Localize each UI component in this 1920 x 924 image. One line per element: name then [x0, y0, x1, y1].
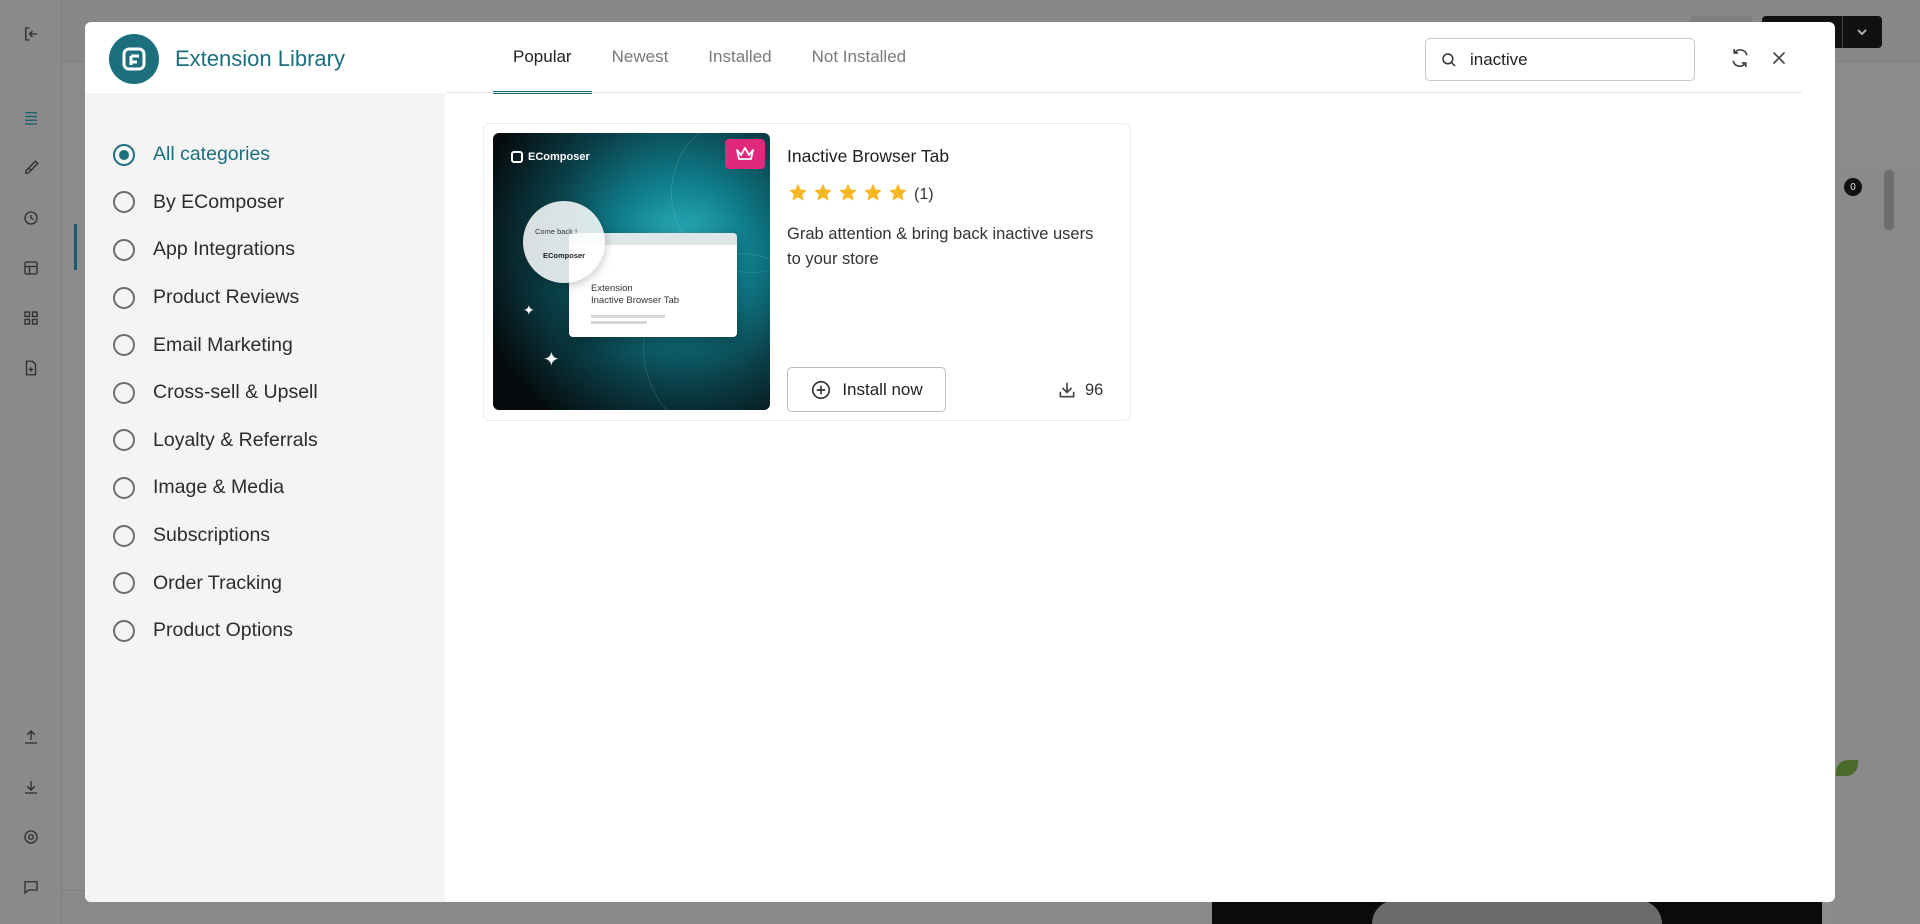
radio-icon [113, 238, 135, 261]
install-label: Install now [842, 379, 923, 399]
sparkle-icon: ✦ [523, 302, 535, 318]
thumbnail-text-1: Extension [591, 283, 633, 294]
rating-count: (1) [914, 186, 934, 203]
cart-count-badge: 0 [1844, 178, 1862, 196]
modal-title: Extension Library [175, 46, 345, 71]
editor-canvas-edge [1836, 170, 1920, 924]
layers-icon[interactable] [19, 106, 43, 130]
category-image-media[interactable]: Image & Media [113, 464, 318, 512]
radio-icon [113, 524, 135, 547]
category-subscriptions[interactable]: Subscriptions [113, 512, 318, 560]
tab-popular[interactable]: Popular [493, 22, 592, 94]
settings-icon[interactable] [19, 825, 43, 849]
category-label: Cross-sell & Upsell [153, 381, 318, 404]
canvas-bottom-image [1212, 900, 1822, 924]
tab-newest[interactable]: Newest [592, 22, 689, 92]
star-icon [862, 182, 884, 208]
tab-not-installed[interactable]: Not Installed [792, 22, 927, 92]
canvas-scrollbar[interactable] [1884, 170, 1894, 230]
extension-description: Grab attention & bring back inactive use… [787, 225, 1094, 268]
chevron-down-icon [1856, 25, 1868, 37]
exit-icon[interactable] [19, 22, 43, 46]
star-icon [787, 182, 809, 208]
star-icon [887, 182, 909, 208]
category-list: All categories By EComposer App Integrat… [113, 131, 318, 655]
radio-icon [113, 334, 135, 357]
brush-icon[interactable] [19, 156, 43, 180]
download-count: 96 [1085, 380, 1104, 399]
upload-icon[interactable] [19, 725, 43, 749]
ecomposer-logo [109, 34, 159, 84]
download-icon [1059, 382, 1075, 398]
header-divider [446, 92, 1802, 93]
modal-header: Extension Library Popular Newest Install… [85, 22, 1835, 94]
sparkle-icon: ✦ [543, 349, 560, 371]
radio-icon [113, 286, 135, 309]
category-product-reviews[interactable]: Product Reviews [113, 274, 318, 322]
premium-badge [725, 139, 765, 169]
template-icon[interactable] [19, 256, 43, 280]
radio-icon [113, 619, 135, 642]
close-icon[interactable] [1767, 46, 1791, 70]
category-all[interactable]: All categories [113, 131, 318, 179]
download-stats: 96 [1057, 380, 1103, 400]
extension-thumbnail: EComposer Extension Inactive Browser Tab … [493, 133, 770, 410]
crown-icon [736, 147, 754, 160]
radio-icon [113, 429, 135, 452]
plus-circle-icon [812, 380, 831, 399]
category-product-options[interactable]: Product Options [113, 607, 318, 655]
category-label: App Integrations [153, 238, 296, 261]
star-icon [837, 182, 859, 208]
tab-installed[interactable]: Installed [688, 22, 791, 92]
filter-tabs: Popular Newest Installed Not Installed [493, 22, 927, 94]
search-input[interactable] [1470, 49, 1690, 70]
search-icon [1442, 52, 1456, 67]
category-label: Product Reviews [153, 286, 300, 309]
radio-selected-icon [113, 143, 135, 166]
category-label: Order Tracking [153, 571, 282, 594]
category-label: Image & Media [153, 476, 285, 499]
panel-active-indicator [74, 224, 77, 270]
category-cross-sell-upsell[interactable]: Cross-sell & Upsell [113, 369, 318, 417]
history-icon[interactable] [19, 206, 43, 230]
radio-icon [113, 476, 135, 499]
category-order-tracking[interactable]: Order Tracking [113, 559, 318, 607]
radio-icon [113, 191, 135, 214]
extension-library-modal: Extension Library Popular Newest Install… [85, 22, 1835, 902]
star-icon [812, 182, 834, 208]
category-label: Product Options [153, 619, 293, 642]
category-label: All categories [153, 143, 271, 166]
extension-title[interactable]: Inactive Browser Tab [787, 146, 949, 167]
category-email-marketing[interactable]: Email Marketing [113, 321, 318, 369]
thumbnail-zoom-bubble: Come back ! EComposer [523, 201, 605, 283]
page-add-icon[interactable] [19, 356, 43, 380]
thumbnail-text-2: Inactive Browser Tab [591, 295, 680, 306]
category-label: Email Marketing [153, 333, 293, 356]
radio-icon [113, 381, 135, 404]
apps-icon[interactable] [19, 306, 43, 330]
editor-sidebar [0, 0, 62, 924]
category-by-ecomposer[interactable]: By EComposer [113, 179, 318, 227]
thumbnail-bubble-text: Come back ! [535, 227, 578, 236]
category-label: Subscriptions [153, 524, 271, 547]
refresh-icon[interactable] [1728, 46, 1752, 70]
category-loyalty-referrals[interactable]: Loyalty & Referrals [113, 417, 318, 465]
category-app-integrations[interactable]: App Integrations [113, 226, 318, 274]
category-label: Loyalty & Referrals [153, 428, 318, 451]
chat-icon[interactable] [19, 875, 43, 899]
thumbnail-brand: EComposer [511, 151, 590, 163]
category-label: By EComposer [153, 190, 285, 213]
search-box [1425, 38, 1695, 81]
category-sidebar: All categories By EComposer App Integrat… [85, 93, 445, 902]
radio-icon [113, 572, 135, 595]
extension-card[interactable]: EComposer Extension Inactive Browser Tab … [484, 124, 1130, 420]
thumbnail-bubble-brand: EComposer [543, 251, 586, 260]
install-now-button[interactable]: Install now [787, 367, 946, 412]
download-icon[interactable] [19, 775, 43, 799]
rating-stars: (1) [787, 182, 934, 208]
